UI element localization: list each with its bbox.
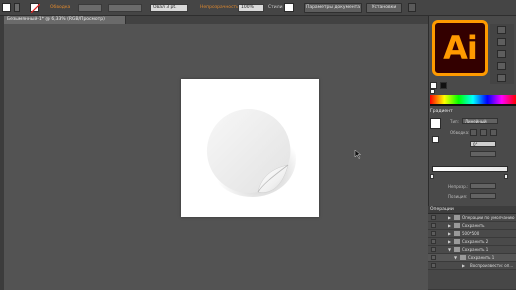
expand-triangle-icon[interactable]: ▶: [448, 231, 451, 236]
toggle-checkbox[interactable]: [431, 239, 436, 244]
swatches-panel-icon[interactable]: [497, 38, 506, 46]
toggle-checkbox[interactable]: [431, 255, 436, 260]
expand-triangle-icon[interactable]: ▶: [448, 223, 451, 228]
gradient-aspect-field[interactable]: [470, 151, 496, 157]
gradient-preview-swatch[interactable]: [430, 118, 441, 129]
stroke-color-chip[interactable]: [440, 82, 447, 89]
styles-label: Стили: [268, 5, 283, 10]
folder-icon: [454, 231, 460, 236]
toggle-checkbox[interactable]: [431, 247, 436, 252]
tools-panel: [0, 16, 4, 290]
gradient-opacity-field[interactable]: [470, 183, 496, 189]
expand-triangle-icon[interactable]: ▼: [448, 247, 451, 252]
action-name: Сохранить 1: [462, 247, 489, 252]
fill-color-chip[interactable]: [430, 82, 437, 89]
stroke-panel-icon[interactable]: [497, 74, 506, 82]
toggle-checkbox[interactable]: [431, 223, 436, 228]
brushes-panel-icon[interactable]: [497, 50, 506, 58]
illustrator-logo: Ai: [432, 20, 488, 76]
stroke-gradient-button-1[interactable]: [470, 129, 477, 136]
gradient-stop-left[interactable]: [430, 174, 434, 179]
stroke-weight-field[interactable]: [78, 4, 102, 12]
gradient-panel-title[interactable]: Градиент: [430, 109, 453, 114]
tab-strip: [126, 16, 428, 24]
folder-icon: [460, 255, 466, 260]
opacity-label[interactable]: Непрозрачность: [200, 5, 239, 10]
fill-swatch[interactable]: [2, 3, 11, 12]
color-panel-icon[interactable]: [497, 26, 506, 34]
actions-panel-title[interactable]: Операции: [430, 207, 454, 212]
actions-panel-empty-area: [428, 270, 516, 290]
gradient-position-label: Позиция:: [448, 194, 468, 199]
action-name: Воспроизвести: оп...: [470, 263, 514, 268]
gradient-position-field[interactable]: [470, 193, 496, 199]
opacity-field[interactable]: 100%: [238, 4, 264, 12]
gradient-slider-bar[interactable]: [432, 166, 508, 172]
action-name: Сохранить: [462, 223, 485, 228]
list-item[interactable]: ▶ Воспроизвести: оп...: [428, 262, 516, 270]
action-name: Операции по умолчанию: [462, 215, 515, 220]
stroke-label[interactable]: Обводка: [50, 5, 70, 10]
list-item[interactable]: ▶ Сохранить 2: [428, 238, 516, 246]
list-item[interactable]: ▶ Сохранить: [428, 222, 516, 230]
gradient-fill-chip[interactable]: [432, 136, 439, 143]
stroke-gradient-button-2[interactable]: [480, 129, 487, 136]
folder-icon: [454, 223, 460, 228]
gradient-type-label: Тип:: [450, 119, 460, 124]
color-spectrum[interactable]: [430, 95, 516, 104]
stroke-gradient-button-3[interactable]: [490, 129, 497, 136]
action-name: Сохранить 1: [468, 255, 495, 260]
mouse-cursor-icon: [354, 150, 361, 159]
gradient-angle-field[interactable]: 0°: [470, 141, 496, 147]
gradient-type-value: Линейный: [465, 119, 487, 124]
stroke-swatch[interactable]: [30, 3, 41, 14]
list-item[interactable]: ▼ Сохранить 1: [428, 246, 516, 254]
gradient-stroke-label: Обводка:: [450, 130, 470, 135]
gradient-stop-right[interactable]: [504, 174, 508, 179]
toggle-checkbox[interactable]: [431, 215, 436, 220]
gradient-type-select[interactable]: Линейный: [462, 118, 498, 124]
toggle-checkbox[interactable]: [431, 263, 436, 268]
folder-icon: [454, 247, 460, 252]
document-settings-button[interactable]: Параметры документа: [304, 3, 362, 13]
expand-triangle-icon[interactable]: ▶: [448, 215, 451, 220]
list-item[interactable]: ▶ Операции по умолчанию: [428, 214, 516, 222]
style-swatch[interactable]: [284, 3, 294, 12]
gradient-angle-value: 0°: [473, 142, 478, 147]
expand-triangle-icon[interactable]: ▶: [448, 239, 451, 244]
none-color-chip[interactable]: [430, 89, 435, 94]
list-item[interactable]: ▶ 500*500: [428, 230, 516, 238]
control-bar: Обводка Овал 3 pt. Непрозрачность 100% С…: [0, 0, 516, 16]
gradient-opacity-label: Непрозр.:: [448, 184, 469, 189]
toggle-checkbox[interactable]: [431, 231, 436, 236]
folder-icon: [454, 215, 460, 220]
arrange-icon[interactable]: [408, 3, 416, 12]
peeling-sticker-artwork: [206, 108, 296, 197]
brush-field[interactable]: Овал 3 pt.: [150, 4, 188, 12]
document-tab[interactable]: Безымянный-1* @ 6,33% (RGB/Просмотр): [4, 16, 126, 24]
panel-icon-column: [490, 24, 514, 84]
no-stroke-icon: [30, 3, 41, 14]
expand-triangle-icon[interactable]: ▶: [462, 263, 465, 268]
folder-icon: [454, 239, 460, 244]
spectrum-black-strip[interactable]: [430, 104, 516, 106]
action-name: Сохранить 2: [462, 239, 489, 244]
preferences-button[interactable]: Установки: [366, 3, 402, 13]
variable-width-field[interactable]: [108, 4, 142, 12]
action-name: 500*500: [462, 231, 480, 236]
fill-dropdown[interactable]: [14, 3, 20, 12]
actions-panel-header: Операции: [428, 206, 516, 214]
symbols-panel-icon[interactable]: [497, 62, 506, 70]
list-item[interactable]: ▼ Сохранить 1: [428, 254, 516, 262]
expand-triangle-icon[interactable]: ▼: [454, 255, 457, 260]
